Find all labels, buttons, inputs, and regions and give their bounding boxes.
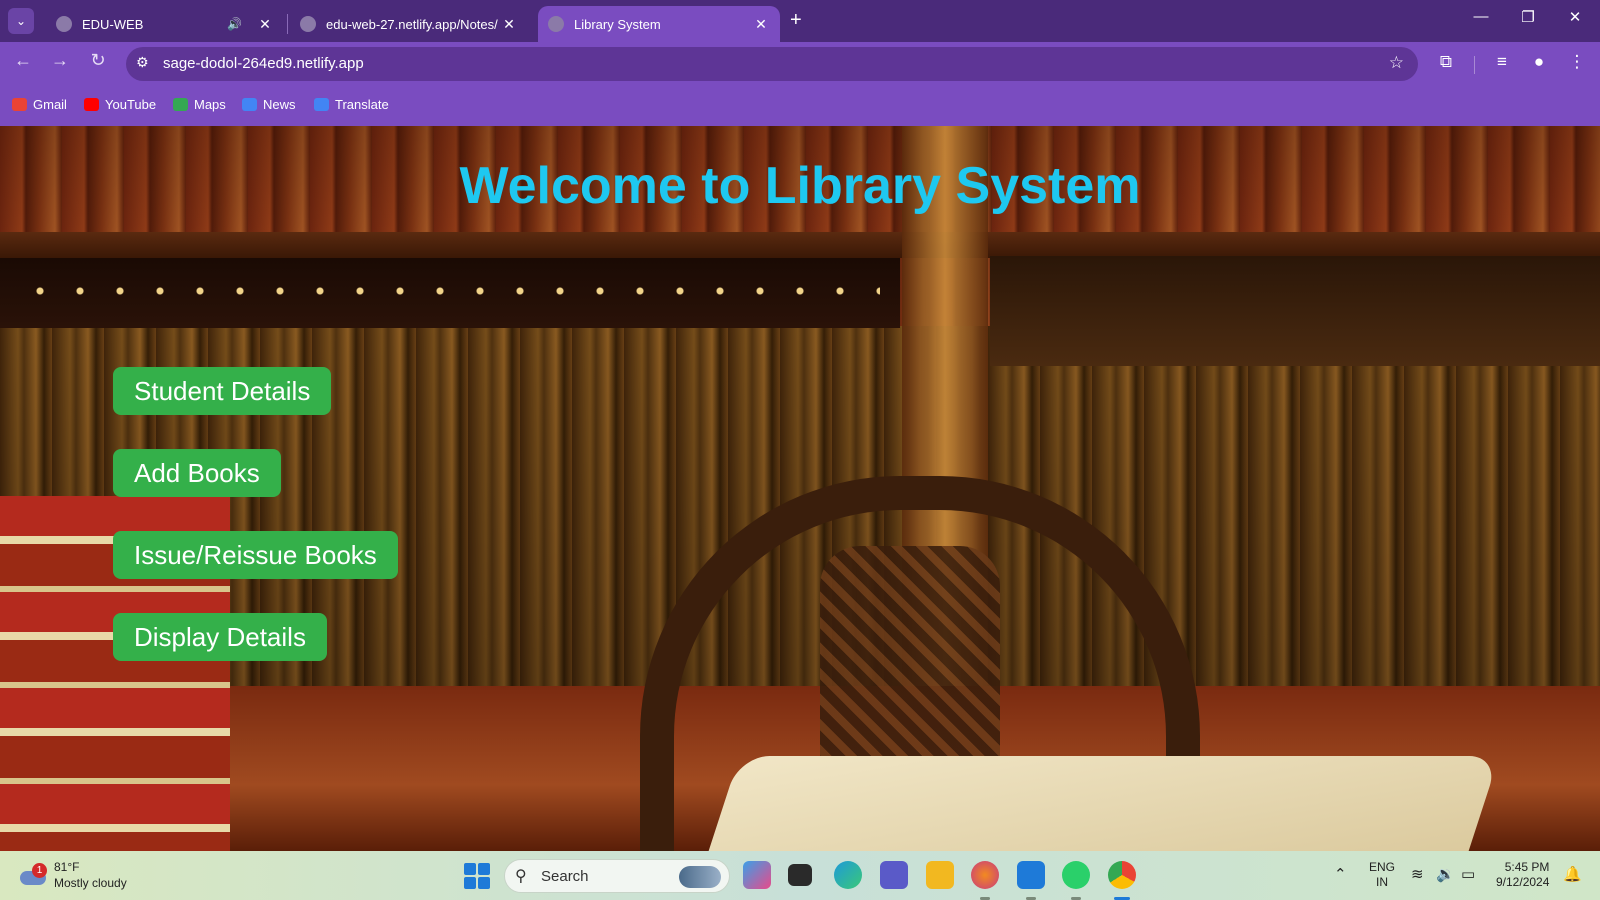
whatsapp-icon[interactable] — [1062, 861, 1090, 889]
vscode-icon[interactable] — [1017, 861, 1045, 889]
tab-search-button[interactable]: ⌄ — [8, 8, 34, 34]
tab-edu-web[interactable]: EDU-WEB 🔊 ✕ — [46, 6, 284, 42]
battery-icon[interactable]: ▭ — [1461, 865, 1475, 883]
search-icon: ⚲ — [515, 868, 527, 885]
url-text[interactable]: sage-dodol-264ed9.netlify.app — [163, 55, 364, 72]
add-books-button[interactable]: Add Books — [113, 449, 281, 497]
tab-title: Library System — [574, 16, 661, 32]
bookmark-translate[interactable]: Translate — [314, 97, 389, 112]
minimize-icon[interactable]: — — [1466, 8, 1496, 25]
reload-icon[interactable]: ↻ — [84, 50, 112, 71]
taskbar-search[interactable]: ⚲ Search — [504, 859, 730, 893]
tab-library-system[interactable]: Library System ✕ — [538, 6, 780, 42]
bookmark-maps[interactable]: Maps — [173, 97, 226, 112]
close-icon[interactable]: ✕ — [256, 16, 274, 33]
weather-widget[interactable]: 1 81°F Mostly cloudy — [18, 859, 127, 891]
bookmark-news[interactable]: News — [242, 97, 296, 112]
task-view-icon[interactable] — [788, 864, 812, 886]
forward-icon[interactable]: → — [46, 50, 74, 71]
bookmark-youtube[interactable]: YouTube — [84, 97, 156, 112]
extensions-icon[interactable]: ⧉ — [1433, 52, 1459, 72]
close-icon[interactable]: ✕ — [752, 16, 770, 33]
media-control-icon[interactable]: ≡ — [1489, 52, 1515, 72]
taskbar: 1 81°F Mostly cloudy ⚲ Search ⌃ ENG IN ≋… — [0, 851, 1600, 900]
bookmarks-bar: Gmail YouTube Maps News Translate — [0, 86, 1600, 126]
gmail-icon — [12, 98, 27, 111]
tab-title: edu-web-27.netlify.app/Notes/ — [326, 16, 498, 32]
weather-condition: Mostly cloudy — [54, 876, 127, 890]
profile-icon[interactable]: ● — [1526, 52, 1552, 72]
globe-icon — [56, 16, 72, 32]
file-explorer-icon[interactable] — [926, 861, 954, 889]
youtube-icon — [84, 98, 99, 111]
new-tab-button[interactable]: + — [790, 9, 802, 32]
tab-strip: ⌄ EDU-WEB 🔊 ✕ edu-web-27.netlify.app/Not… — [0, 0, 1600, 42]
browser-toolbar: ← → ↻ ⚙ sage-dodol-264ed9.netlify.app ☆ … — [0, 42, 1600, 86]
wifi-icon[interactable]: ≋ — [1411, 865, 1424, 883]
notification-badge: 1 — [32, 863, 47, 878]
chrome-icon[interactable] — [1108, 861, 1136, 889]
maps-icon — [173, 98, 188, 111]
background-open-book — [700, 756, 1500, 851]
page-title: Welcome to Library System — [459, 157, 1141, 215]
edge-icon[interactable] — [834, 861, 862, 889]
firefox-icon[interactable] — [971, 861, 999, 889]
tab-title: EDU-WEB — [82, 16, 144, 32]
translate-icon — [314, 98, 329, 111]
copilot-icon[interactable] — [743, 861, 771, 889]
news-icon — [242, 98, 257, 111]
issue-reissue-books-button[interactable]: Issue/Reissue Books — [113, 531, 398, 579]
show-hidden-icons-icon[interactable]: ⌃ — [1334, 865, 1347, 883]
close-window-icon[interactable]: ✕ — [1560, 8, 1590, 26]
clock[interactable]: 5:45 PM 9/12/2024 — [1496, 860, 1549, 890]
language-indicator[interactable]: ENG IN — [1369, 860, 1395, 890]
back-icon[interactable]: ← — [9, 50, 37, 71]
volume-icon[interactable]: 🔉 — [1436, 865, 1455, 883]
close-icon[interactable]: ✕ — [500, 16, 518, 33]
teams-icon[interactable] — [880, 861, 908, 889]
notifications-bell-icon[interactable]: 🔔 — [1563, 865, 1582, 883]
library-page: Welcome to Library System Student Detail… — [0, 126, 1600, 851]
windows-start-icon[interactable] — [464, 863, 490, 889]
globe-icon — [548, 16, 564, 32]
bookmark-gmail[interactable]: Gmail — [12, 97, 67, 112]
address-bar[interactable]: ⚙ sage-dodol-264ed9.netlify.app ☆ — [126, 47, 1418, 81]
speaker-icon[interactable]: 🔊 — [227, 17, 242, 31]
restore-icon[interactable]: ❐ — [1513, 8, 1543, 26]
globe-icon — [300, 16, 316, 32]
weather-cloud-icon: 1 — [18, 863, 47, 887]
display-details-button[interactable]: Display Details — [113, 613, 327, 661]
site-info-icon[interactable]: ⚙ — [136, 54, 149, 71]
bookmark-star-icon[interactable]: ☆ — [1389, 53, 1404, 73]
weather-temp: 81°F — [54, 860, 80, 874]
menu-icon[interactable]: ⋮ — [1564, 52, 1590, 72]
student-details-button[interactable]: Student Details — [113, 367, 332, 415]
tab-edu-web-notes[interactable]: edu-web-27.netlify.app/Notes/ ✕ — [290, 6, 528, 42]
